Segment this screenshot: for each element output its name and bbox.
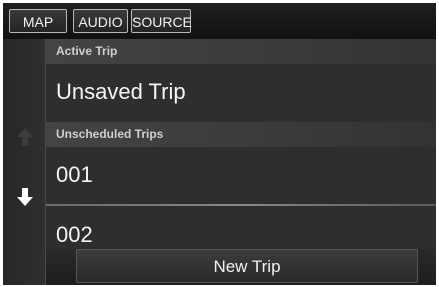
- list-item-unsaved-trip[interactable]: Unsaved Trip: [46, 64, 436, 120]
- list-item-trip-002[interactable]: 002: [46, 206, 436, 250]
- arrow-down-icon[interactable]: [16, 187, 34, 207]
- top-bar: MAP AUDIO SOURCE: [3, 3, 436, 39]
- list-item-trip-001[interactable]: 001: [46, 147, 436, 203]
- bottom-bar: New Trip: [46, 249, 436, 285]
- unscheduled-trips-header: Unscheduled Trips: [46, 122, 436, 147]
- tab-audio[interactable]: AUDIO: [73, 9, 128, 33]
- trip-screen: MAP AUDIO SOURCE Active Trip Unsaved Tri…: [3, 3, 436, 285]
- new-trip-button[interactable]: New Trip: [76, 249, 418, 283]
- arrow-up-icon[interactable]: [16, 127, 34, 147]
- trip-list: Active Trip Unsaved Trip Unscheduled Tri…: [46, 39, 436, 285]
- tab-source[interactable]: SOURCE: [131, 9, 192, 33]
- scroll-rail: [3, 39, 46, 285]
- tab-map[interactable]: MAP: [9, 9, 67, 33]
- active-trip-header: Active Trip: [46, 39, 436, 64]
